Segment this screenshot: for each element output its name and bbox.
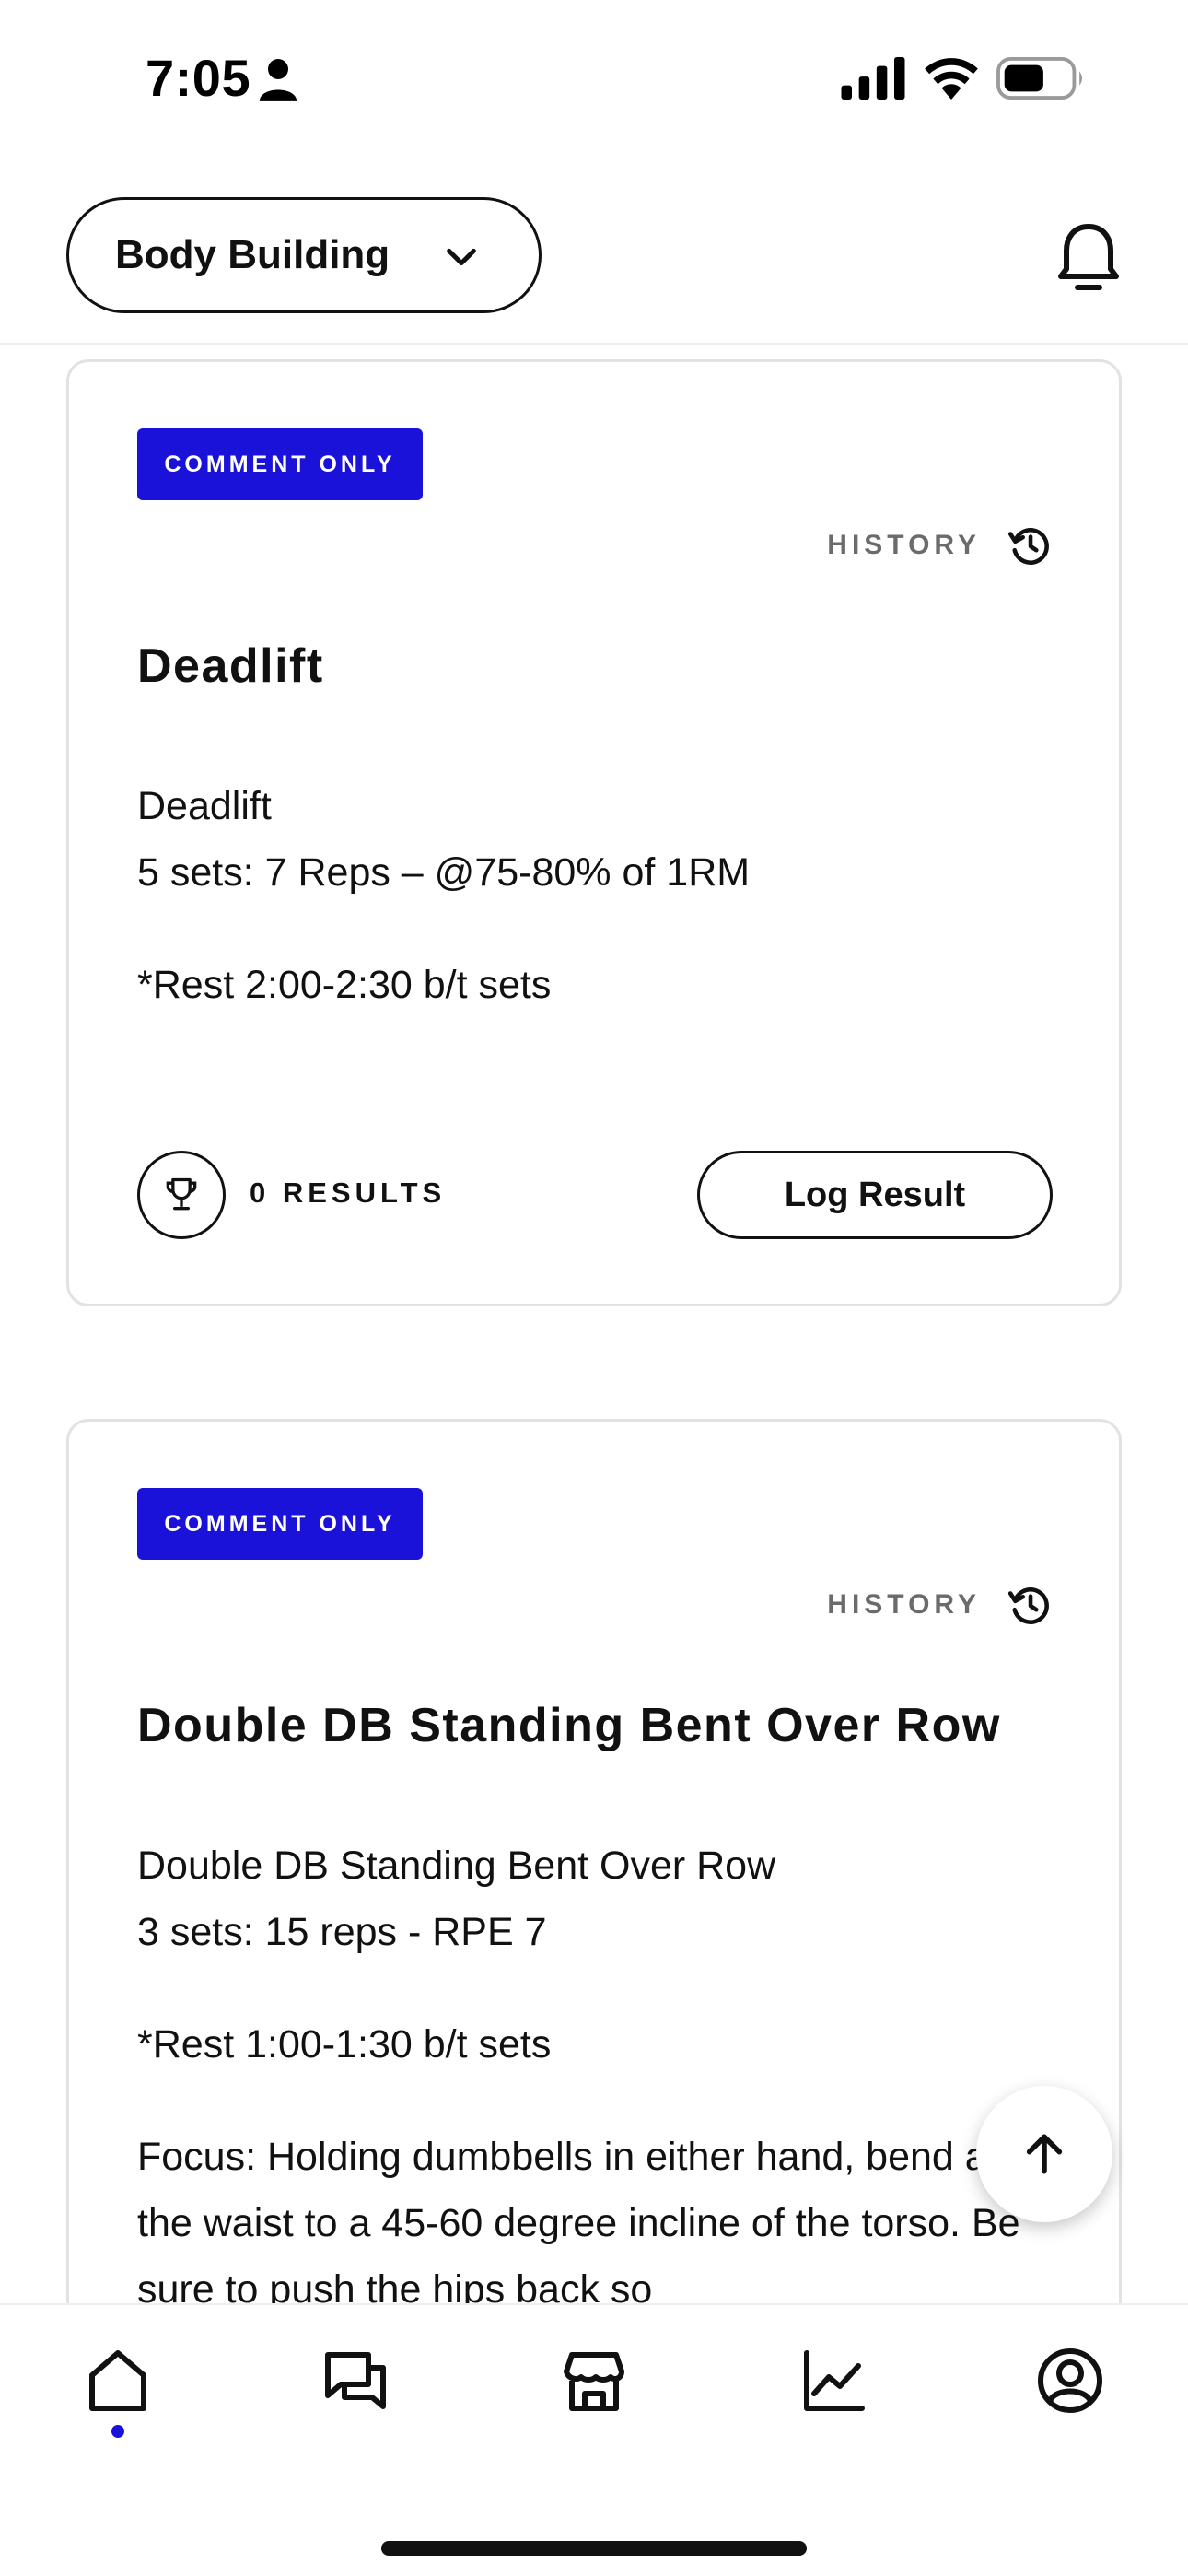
scroll-to-top-button[interactable] — [976, 2086, 1112, 2222]
cellular-signal-icon — [841, 57, 905, 100]
bell-icon[interactable] — [1055, 221, 1122, 295]
workout-description: Double DB Standing Bent Over Row 3 sets:… — [137, 1832, 1058, 2303]
header: Body Building — [0, 166, 1188, 345]
workout-card: COMMENT ONLY HISTORY Deadlift Deadlift 5… — [66, 359, 1122, 1306]
status-bar: 7:05 — [0, 0, 1188, 166]
focus-note: Focus: Holding dumbbells in either hand,… — [137, 2135, 1020, 2303]
nav-messages[interactable] — [319, 2344, 392, 2418]
chart-icon — [804, 2350, 865, 2411]
arrow-up-icon — [1026, 2134, 1063, 2174]
profile-icon — [1038, 2348, 1102, 2413]
rest-note: *Rest 2:00-2:30 b/t sets — [137, 963, 552, 1007]
home-indicator — [381, 2541, 807, 2556]
bottom-nav — [0, 2303, 1188, 2576]
active-tab-indicator — [111, 2425, 124, 2438]
comment-only-badge: COMMENT ONLY — [137, 1488, 423, 1560]
history-icon — [1007, 1587, 1049, 1624]
description-line: 5 sets: 7 Reps – @75-80% of 1RM — [137, 850, 751, 895]
workout-title: Double DB Standing Bent Over Row — [137, 1699, 1001, 1752]
person-icon — [259, 59, 297, 101]
history-label: HISTORY — [827, 1589, 981, 1620]
nav-progress[interactable] — [796, 2344, 869, 2418]
workout-title: Deadlift — [137, 639, 324, 693]
card-footer: 0 RESULTS Log Result — [137, 1151, 1053, 1239]
history-label: HISTORY — [827, 530, 981, 560]
results-count[interactable]: 0 RESULTS — [250, 1177, 446, 1210]
battery-icon — [996, 57, 1083, 100]
history-button[interactable]: HISTORY — [827, 522, 1053, 568]
workout-description: Deadlift 5 sets: 7 Reps – @75-80% of 1RM… — [137, 773, 1058, 1064]
program-select-label: Body Building — [115, 232, 390, 277]
home-icon — [89, 2350, 146, 2411]
chevron-down-icon — [447, 248, 476, 266]
description-line: Double DB Standing Bent Over Row — [137, 1844, 776, 1888]
status-time: 7:05 — [146, 49, 251, 107]
store-icon — [564, 2352, 624, 2411]
rest-note: *Rest 1:00-1:30 b/t sets — [137, 2022, 552, 2067]
history-icon — [1007, 528, 1049, 565]
nav-home[interactable] — [81, 2344, 155, 2418]
comment-only-badge: COMMENT ONLY — [137, 428, 423, 500]
description-line: 3 sets: 15 reps - RPE 7 — [137, 1910, 547, 1954]
workout-feed[interactable]: COMMENT ONLY HISTORY Deadlift Deadlift 5… — [0, 345, 1188, 2303]
history-button[interactable]: HISTORY — [827, 1582, 1053, 1628]
workout-card: COMMENT ONLY HISTORY Double DB Standing … — [66, 1419, 1122, 2303]
description-line: Deadlift — [137, 784, 272, 828]
nav-store[interactable] — [557, 2344, 631, 2418]
log-result-button[interactable]: Log Result — [697, 1151, 1053, 1239]
wifi-icon — [925, 58, 978, 100]
trophy-icon — [137, 1151, 226, 1239]
chat-icon — [325, 2352, 386, 2409]
nav-profile[interactable] — [1033, 2344, 1107, 2418]
program-select[interactable]: Body Building — [66, 197, 542, 313]
